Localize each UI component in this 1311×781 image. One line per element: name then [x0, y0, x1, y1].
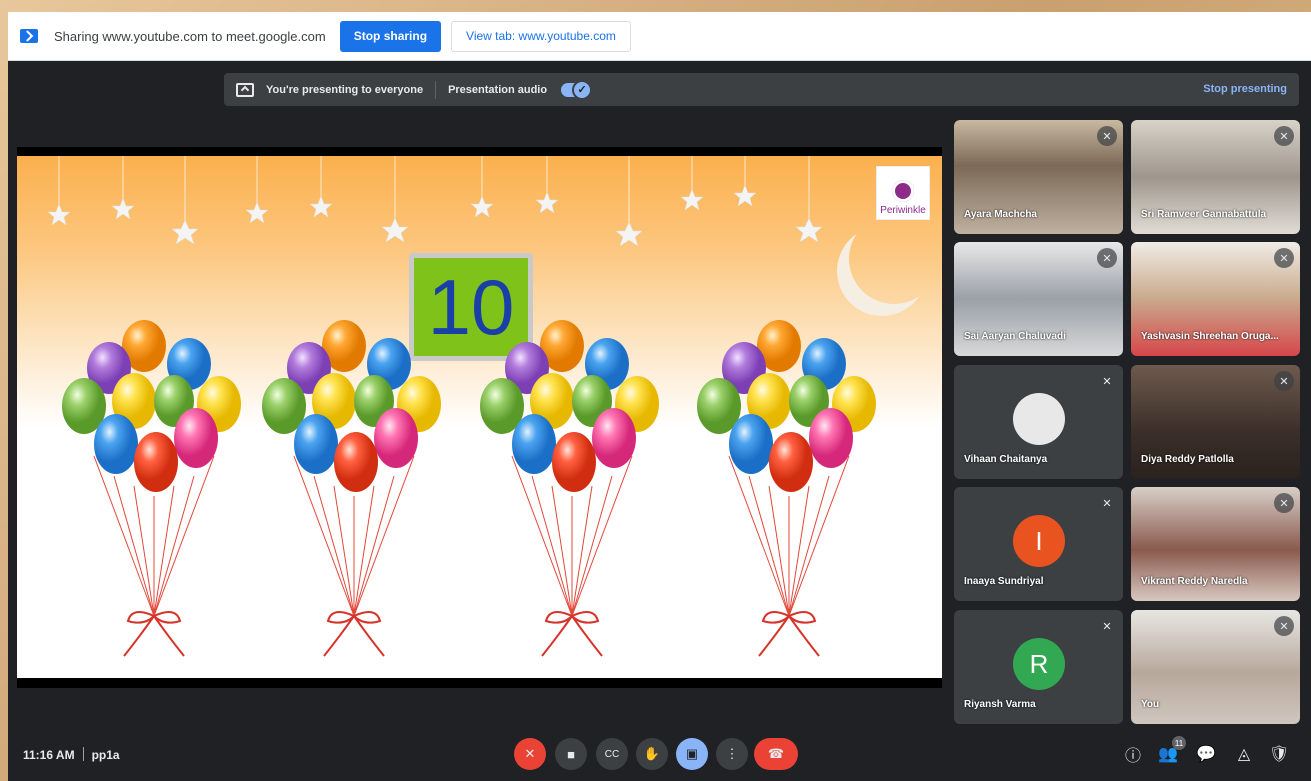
participant-name: Sai Aaryan Chaluvadi [964, 331, 1066, 342]
present-to-all-icon [236, 82, 254, 97]
mic-off-icon: ✕ [1097, 126, 1117, 146]
avatar [1013, 393, 1065, 445]
raise-hand-icon[interactable]: ✋ [636, 738, 668, 770]
participant-name: Diya Reddy Patlolla [1141, 454, 1234, 465]
screen-share-bar: Sharing www.youtube.com to meet.google.c… [8, 12, 1311, 61]
mic-off-icon: ✕ [1097, 248, 1117, 268]
camera-icon[interactable]: ■ [555, 738, 587, 770]
mic-off-icon: ✕ [1102, 620, 1112, 633]
participant-tile[interactable]: ✕ Yashvasin Shreehan Oruga... [1131, 242, 1300, 356]
check-icon: ✓ [572, 79, 593, 100]
presenting-text: You're presenting to everyone [266, 83, 424, 96]
participant-tile[interactable]: ✕ Ayara Machcha [954, 120, 1123, 234]
mic-off-icon: ✕ [1102, 375, 1112, 388]
presenting-bar: You're presenting to everyone Presentati… [224, 73, 1299, 106]
info-icon[interactable]: ⓘ [1122, 743, 1144, 765]
participant-tile[interactable]: ✕ I Inaaya Sundriyal [954, 487, 1123, 601]
leave-call-icon[interactable]: ☎ [754, 738, 798, 770]
participant-tile[interactable]: ✕ Sai Aaryan Chaluvadi [954, 242, 1123, 356]
participant-count-badge: 11 [1172, 736, 1186, 750]
participant-name: Yashvasin Shreehan Oruga... [1141, 331, 1279, 342]
presentation-audio-label: Presentation audio [448, 83, 548, 96]
meeting-code: pp1a [91, 748, 120, 762]
meet-window: You're presenting to everyone Presentati… [8, 61, 1311, 781]
participant-name: Ayara Machcha [964, 209, 1037, 220]
presentation-audio-toggle[interactable]: ✓ [561, 79, 593, 100]
mic-off-icon: ✕ [1274, 493, 1294, 513]
participant-tile[interactable]: ✕ Vihaan Chaitanya [954, 365, 1123, 479]
host-controls-icon[interactable]: 🛡 [1268, 743, 1290, 765]
participant-name: Riyansh Varma [964, 699, 1036, 710]
participant-name: You [1141, 699, 1160, 710]
more-options-icon[interactable]: ⋮ [716, 738, 748, 770]
participant-tile[interactable]: ✕ Diya Reddy Patlolla [1131, 365, 1300, 479]
mic-off-icon: ✕ [1274, 371, 1294, 391]
mic-off-icon: ✕ [1274, 616, 1294, 636]
participant-tile[interactable]: ✕ Vikrant Reddy Naredla [1131, 487, 1300, 601]
shared-screen: Periwinkle 10 [17, 147, 942, 688]
participant-name: Sri Ramveer Gannabattula [1141, 209, 1267, 220]
avatar: I [1013, 515, 1065, 567]
participant-tile[interactable]: ✕ Sri Ramveer Gannabattula [1131, 120, 1300, 234]
divider [435, 80, 437, 99]
participant-tile[interactable]: ✕ R Riyansh Varma [954, 610, 1123, 724]
meeting-time: 11:16 AM [23, 748, 75, 762]
mic-off-icon: ✕ [1274, 248, 1294, 268]
participant-name: Inaaya Sundriyal [964, 576, 1044, 587]
participant-name: Vikrant Reddy Naredla [1141, 576, 1248, 587]
activities-icon[interactable]: ◬ [1233, 743, 1255, 765]
divider [82, 747, 84, 761]
participant-name: Vihaan Chaitanya [964, 454, 1048, 465]
meeting-info: 11:16 AM pp1a [23, 747, 120, 762]
meeting-controls-bar: 11:16 AM pp1a ✕ ■ CC ✋ ▣ ⋮ ☎ ⓘ 👥 11 💬 ◬ 🛡 [8, 726, 1311, 781]
balloon-bunches [61, 319, 877, 657]
stop-sharing-button[interactable]: Stop sharing [339, 20, 442, 52]
view-tab-button[interactable]: View tab: www.youtube.com [451, 20, 631, 52]
participant-tile[interactable]: ✕ You [1131, 610, 1300, 724]
mic-off-icon: ✕ [1102, 497, 1112, 510]
chat-icon[interactable]: 💬 [1195, 743, 1217, 765]
mic-off-icon[interactable]: ✕ [514, 738, 546, 770]
avatar: R [1013, 638, 1065, 690]
stop-presenting-button[interactable]: Stop presenting [1203, 83, 1287, 95]
present-icon[interactable]: ▣ [676, 738, 708, 770]
slide-content: Periwinkle 10 [17, 156, 942, 678]
captions-icon[interactable]: CC [596, 738, 628, 770]
screen-share-icon [20, 29, 38, 43]
mic-off-icon: ✕ [1274, 126, 1294, 146]
sharing-status-text: Sharing www.youtube.com to meet.google.c… [54, 28, 326, 44]
